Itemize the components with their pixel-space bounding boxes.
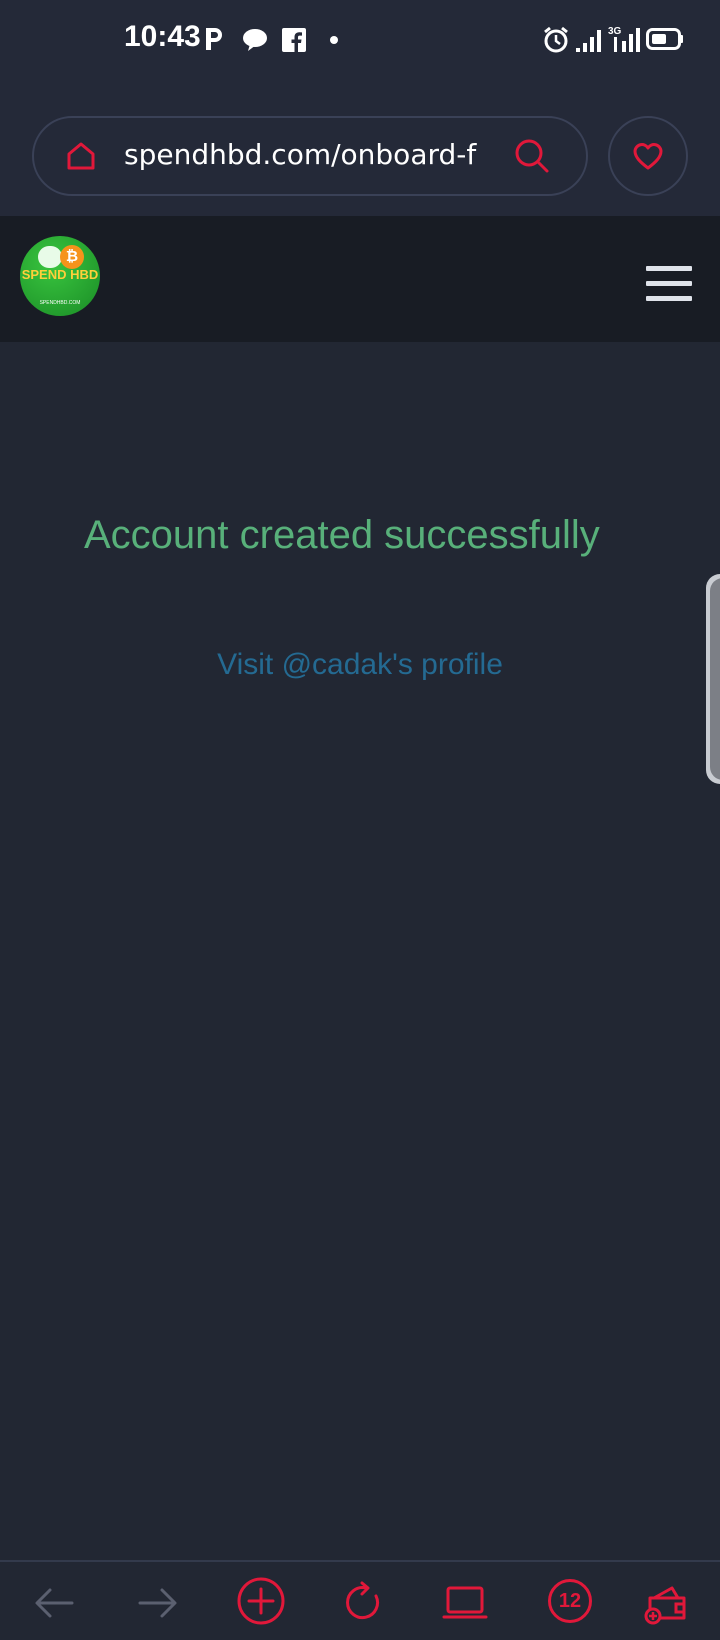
svg-text:3G: 3G — [608, 26, 622, 37]
desktop-mode-icon — [442, 1586, 488, 1619]
search-icon[interactable] — [514, 138, 550, 174]
browser-bottom-bar: 12 — [0, 1560, 720, 1640]
profile-link[interactable]: Visit @cadak's profile — [0, 648, 720, 682]
site-logo[interactable]: ₿ SPEND HBD SPENDHBD.COM — [20, 236, 100, 316]
success-heading: Account created successfully — [84, 513, 600, 557]
tab-count[interactable]: 12 — [548, 1579, 592, 1623]
forward-arrow-icon — [138, 1588, 177, 1618]
address-bar[interactable]: spendhbd.com/onboard-f — [32, 116, 588, 196]
logo-subtext: SPENDHBD.COM — [39, 300, 81, 306]
chat-bubble-icon — [243, 29, 267, 51]
desktop-mode-button[interactable] — [442, 1580, 488, 1626]
bitcoin-logo-icon: ₿ — [60, 245, 84, 269]
forward-button[interactable] — [134, 1580, 180, 1626]
status-bar: 10:43 3G — [0, 0, 720, 80]
hamburger-menu-icon[interactable] — [646, 266, 692, 302]
status-time: 10:43 — [124, 20, 201, 53]
facebook-icon — [282, 28, 306, 52]
dot-icon — [330, 36, 338, 44]
browser-toolbar: spendhbd.com/onboard-f — [0, 80, 720, 216]
home-icon[interactable] — [64, 139, 98, 173]
new-tab-icon — [237, 1577, 285, 1625]
wallet-icon — [644, 1586, 686, 1625]
p-icon — [206, 28, 222, 50]
battery-icon — [646, 28, 683, 50]
logo-text: SPEND HBD — [21, 267, 99, 282]
site-header: ₿ SPEND HBD SPENDHBD.COM — [0, 216, 720, 342]
hive-logo-icon — [38, 246, 62, 268]
back-button[interactable] — [32, 1580, 78, 1626]
alarm-icon — [544, 26, 568, 53]
wallet-button[interactable] — [644, 1580, 690, 1626]
reload-button[interactable] — [340, 1580, 386, 1626]
edge-panel-handle[interactable] — [706, 574, 720, 784]
new-tab-button[interactable] — [236, 1576, 286, 1626]
signal-icon — [576, 30, 601, 52]
favorite-button[interactable] — [608, 116, 688, 196]
heart-icon — [633, 143, 663, 170]
url-text[interactable]: spendhbd.com/onboard-f — [124, 138, 484, 171]
back-arrow-icon — [35, 1588, 74, 1618]
reload-icon — [346, 1581, 380, 1620]
3g-signal-icon: 3G — [608, 26, 640, 52]
